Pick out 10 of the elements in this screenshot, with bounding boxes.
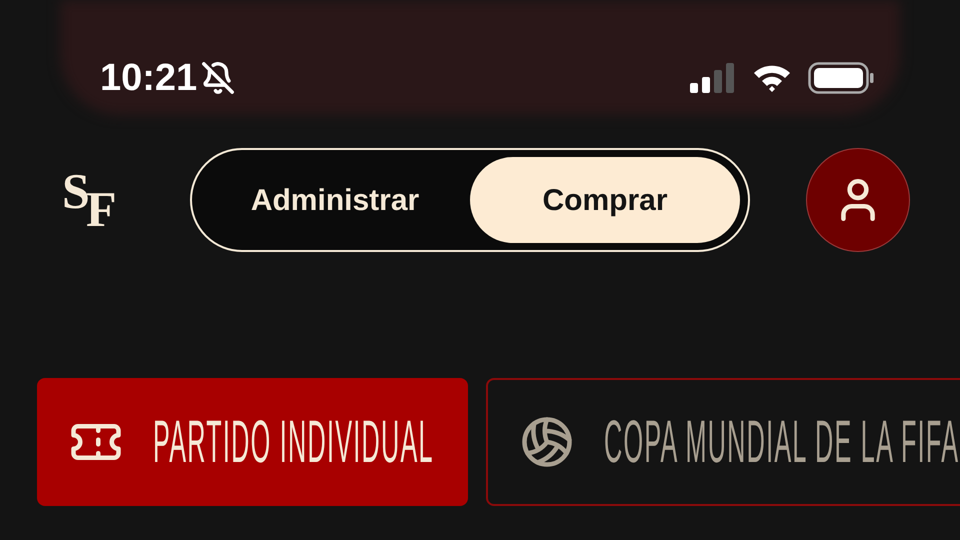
clock-time: 10:21: [100, 59, 198, 97]
battery-icon: [808, 62, 874, 94]
signal-icon: [690, 63, 736, 93]
category-tab[interactable]: PARTIDO INDIVIDUAL: [37, 378, 468, 506]
wifi-icon: [752, 63, 792, 93]
toggle-option[interactable]: Comprar: [470, 157, 740, 243]
team-logo: SF: [62, 168, 118, 232]
ball-icon: [520, 415, 574, 469]
toggle-option[interactable]: Administrar: [200, 157, 470, 243]
category-tab[interactable]: COPA MUNDIAL DE LA FIFA: [486, 378, 960, 506]
